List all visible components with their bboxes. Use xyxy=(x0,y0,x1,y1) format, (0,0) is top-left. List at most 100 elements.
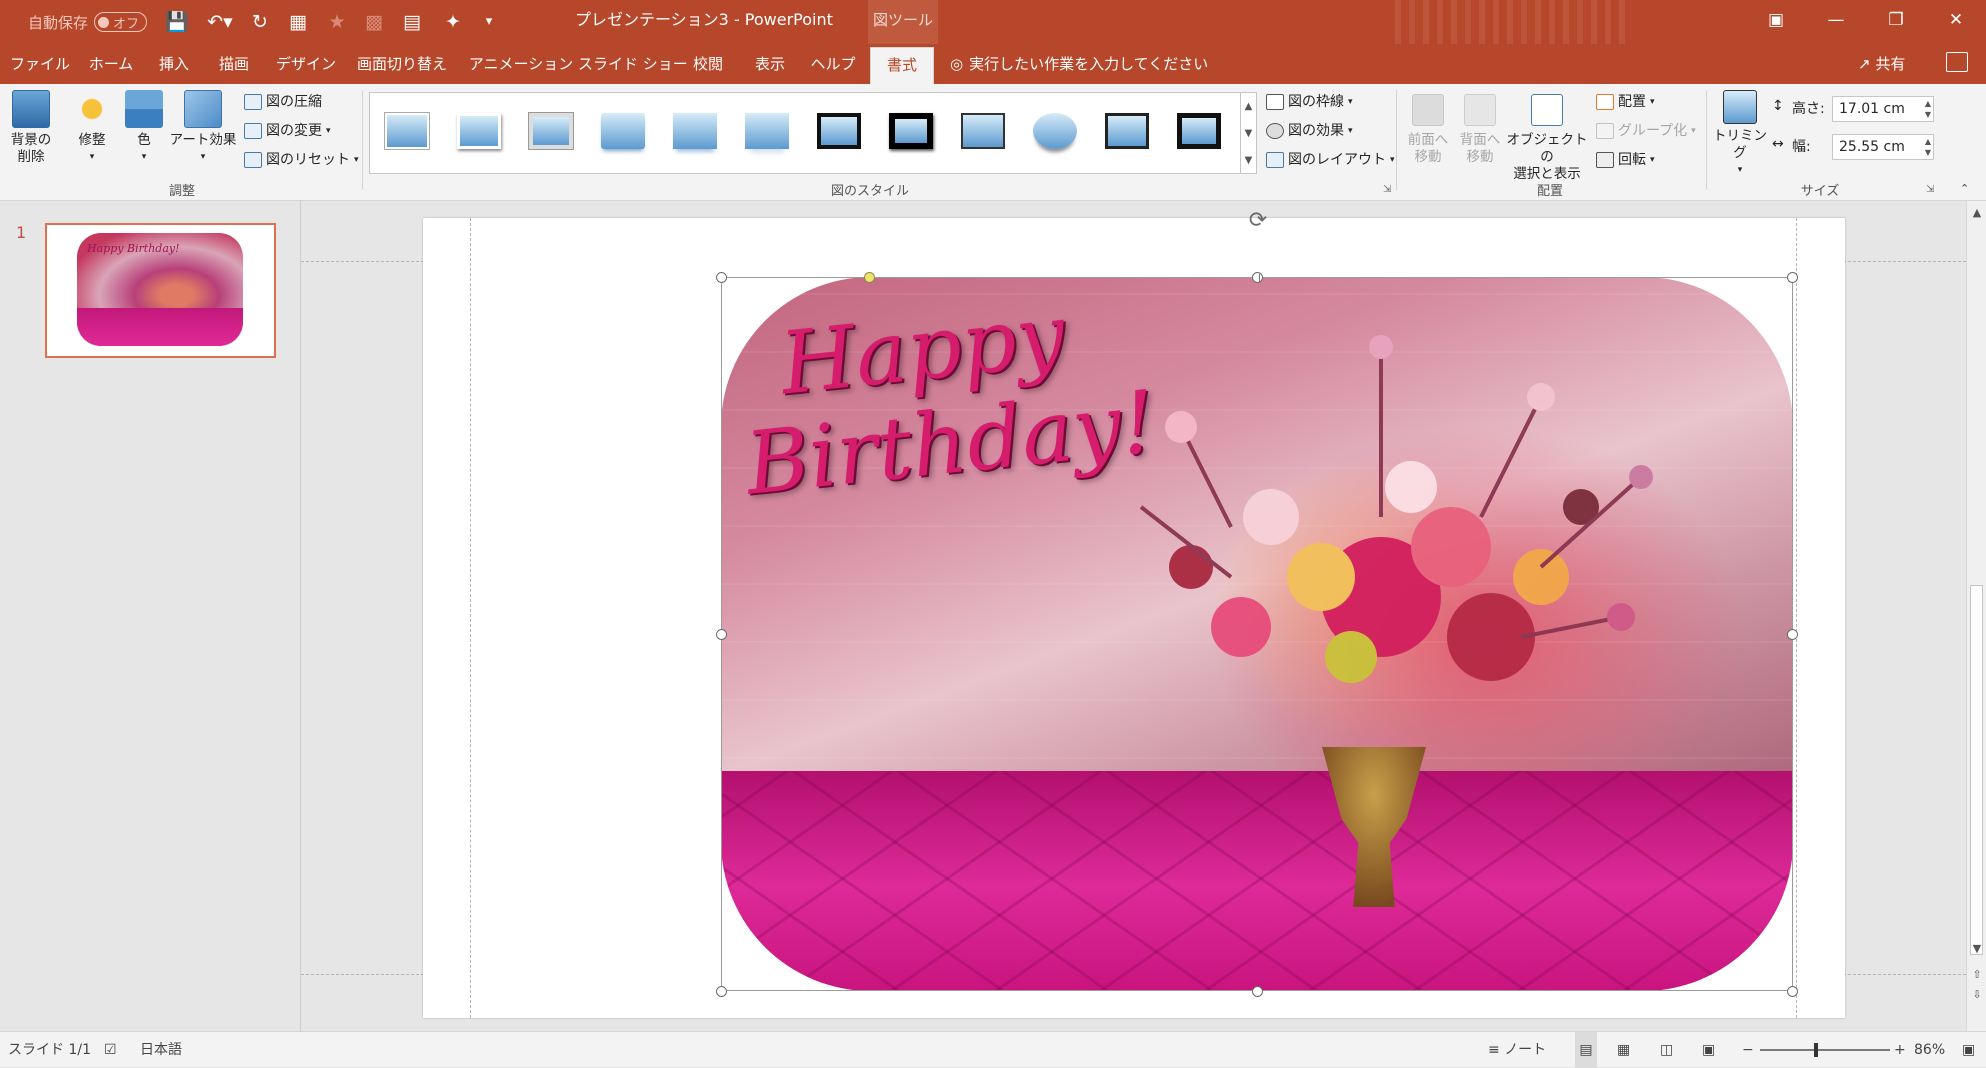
scroll-down-icon[interactable]: ▼ xyxy=(1969,941,1985,957)
title-bar: 自動保存 オフ 💾 ↶▾ ↻ ▦ ★ ▩ ▤ ✦ ▾ プレゼンテーション3 - … xyxy=(0,0,1986,44)
normal-view-icon[interactable]: ▤ xyxy=(1575,1032,1597,1068)
minimize-icon[interactable]: — xyxy=(1806,0,1866,40)
picture-style-10[interactable] xyxy=(1033,113,1077,149)
crop-button[interactable]: トリミング ▾ xyxy=(1710,90,1770,179)
tab-design[interactable]: デザイン xyxy=(272,44,340,84)
autosave-switch[interactable]: オフ xyxy=(94,12,148,32)
next-slide-icon[interactable]: ⇩ xyxy=(1969,987,1985,1003)
close-icon[interactable]: ✕ xyxy=(1926,0,1986,40)
tab-view[interactable]: 表示 xyxy=(748,44,792,84)
picture-style-2[interactable] xyxy=(457,113,501,149)
selection-pane-button[interactable]: オブジェクトの 選択と表示 xyxy=(1506,90,1588,183)
picture-styles-gallery[interactable] xyxy=(369,92,1241,174)
gallery-scroller[interactable]: ▲ ▼ ▼ xyxy=(1241,92,1257,174)
picture-style-6[interactable] xyxy=(745,113,789,149)
gallery-up-icon[interactable]: ▲ xyxy=(1241,93,1256,120)
favorites-icon[interactable]: ★ xyxy=(325,10,349,34)
remove-background-button[interactable]: 背景の 削除 xyxy=(6,90,56,166)
reset-picture-button[interactable]: 図のリセット ▾ xyxy=(244,148,359,172)
picture-style-8[interactable] xyxy=(889,113,933,149)
undo-icon[interactable]: ↶▾ xyxy=(203,10,237,34)
spellcheck-icon[interactable]: ☑ xyxy=(104,1032,117,1068)
height-field[interactable]: 17.01 cm ▲ ▼ xyxy=(1832,96,1934,122)
save-icon[interactable]: 💾 xyxy=(165,10,189,34)
width-field[interactable]: 25.55 cm ▲ ▼ xyxy=(1832,134,1934,160)
group-button[interactable]: グループ化 ▾ xyxy=(1596,119,1696,143)
picture-border-button[interactable]: 図の枠線 ▾ xyxy=(1266,90,1353,114)
tab-file[interactable]: ファイル xyxy=(10,44,70,84)
collapse-ribbon-icon[interactable]: ⌃ xyxy=(1960,182,1969,195)
scroll-thumb[interactable] xyxy=(1970,585,1983,955)
slide-thumbnail[interactable]: Happy Birthday! xyxy=(45,223,276,358)
picture-style-12[interactable] xyxy=(1177,113,1221,149)
width-spinner-icon[interactable]: ▲ ▼ xyxy=(1925,136,1931,158)
bring-forward-button[interactable]: 前面へ 移動 xyxy=(1402,90,1454,166)
picture-style-9[interactable] xyxy=(961,113,1005,149)
picture-style-5[interactable] xyxy=(673,113,717,149)
tab-insert[interactable]: 挿入 xyxy=(152,44,196,84)
picture-icon[interactable]: ▩ xyxy=(362,10,386,34)
ribbon-display-icon[interactable]: ▣ xyxy=(1746,0,1806,40)
language-indicator[interactable]: 日本語 xyxy=(140,1032,182,1068)
rotate-handle-icon[interactable]: ⟳ xyxy=(1245,208,1271,234)
scroll-up-icon[interactable]: ▲ xyxy=(1969,205,1985,221)
maximize-icon[interactable]: ❐ xyxy=(1866,0,1926,40)
zoom-level[interactable]: 86% xyxy=(1914,1032,1945,1068)
height-spinner-icon[interactable]: ▲ ▼ xyxy=(1925,98,1931,120)
tab-review[interactable]: 校閲 xyxy=(686,44,730,84)
picture-style-11[interactable] xyxy=(1105,113,1149,149)
notes-button[interactable]: ≡ ノート xyxy=(1488,1032,1546,1068)
rotate-button[interactable]: 回転 ▾ xyxy=(1596,148,1655,172)
tab-format[interactable]: 書式 xyxy=(870,47,934,84)
slide[interactable]: Happy Birthday! ⟳ xyxy=(423,208,1845,1018)
zoom-out-icon[interactable]: − xyxy=(1742,1032,1754,1068)
tab-draw[interactable]: 描画 xyxy=(212,44,256,84)
corrections-button[interactable]: 修整 ▾ xyxy=(70,90,114,166)
tab-animations[interactable]: アニメーション xyxy=(464,44,578,84)
birthday-picture[interactable]: Happy Birthday! xyxy=(721,277,1793,991)
present-from-start-icon[interactable]: ▦ xyxy=(286,10,310,34)
align-button[interactable]: 配置 ▾ xyxy=(1596,90,1655,114)
fit-to-window-icon[interactable]: ▣ xyxy=(1962,1032,1975,1068)
tab-transitions[interactable]: 画面切り替え xyxy=(352,44,452,84)
touch-mode-icon[interactable]: ✦ xyxy=(441,10,465,34)
picture-layout-button[interactable]: 図のレイアウト ▾ xyxy=(1266,148,1395,172)
guide-vertical-left[interactable] xyxy=(470,218,471,1018)
gallery-down-icon[interactable]: ▼ xyxy=(1241,120,1256,147)
reading-view-icon[interactable]: ◫ xyxy=(1660,1032,1673,1068)
zoom-slider[interactable] xyxy=(1760,1043,1890,1057)
comments-icon[interactable] xyxy=(1946,52,1968,72)
redo-icon[interactable]: ↻ xyxy=(248,10,272,34)
tab-help[interactable]: ヘルプ xyxy=(808,44,858,84)
picture-style-4[interactable] xyxy=(601,113,645,149)
guide-vertical-right[interactable] xyxy=(1796,218,1797,1018)
dialog-launcher-icon[interactable]: ⇲ xyxy=(1383,184,1391,195)
gallery-more-icon[interactable]: ▼ xyxy=(1241,147,1256,174)
picture-effects-button[interactable]: 図の効果 ▾ xyxy=(1266,119,1353,143)
send-backward-button[interactable]: 背面へ 移動 xyxy=(1454,90,1506,166)
size-dialog-launcher-icon[interactable]: ⇲ xyxy=(1926,184,1934,195)
tab-slideshow[interactable]: スライド ショー xyxy=(578,44,688,84)
previous-slide-icon[interactable]: ⇧ xyxy=(1969,967,1985,983)
color-button[interactable]: 色 ▾ xyxy=(122,90,166,166)
picture-style-3[interactable] xyxy=(529,113,573,149)
ribbon: 背景の 削除 修整 ▾ 色 ▾ アート効果 ▾ 図の圧縮 図の変更 ▾ 図のリセッ… xyxy=(0,84,1986,201)
slide-sorter-icon[interactable]: ▦ xyxy=(1617,1032,1630,1068)
picture-style-7[interactable] xyxy=(817,113,861,149)
compress-pictures-button[interactable]: 図の圧縮 xyxy=(244,90,322,114)
picture-style-1[interactable] xyxy=(385,113,429,149)
artistic-effects-button[interactable]: アート効果 ▾ xyxy=(168,90,238,166)
zoom-in-icon[interactable]: + xyxy=(1894,1032,1906,1068)
slideshow-view-icon[interactable]: ▣ xyxy=(1702,1032,1715,1068)
slideshow-icon[interactable]: ▤ xyxy=(400,10,424,34)
customize-qat-icon[interactable]: ▾ xyxy=(477,10,501,34)
happy-birthday-text: Happy Birthday! xyxy=(741,279,1160,514)
share-button[interactable]: ↗ 共有 xyxy=(1858,44,1905,84)
tab-home[interactable]: ホーム xyxy=(84,44,138,84)
vertical-scrollbar[interactable]: ▲ ▼ ⇧ ⇩ xyxy=(1966,201,1986,1031)
autosave-toggle[interactable]: 自動保存 オフ xyxy=(28,0,148,44)
picture-effects-label: 図の効果 xyxy=(1288,123,1344,139)
zoom-slider-knob[interactable] xyxy=(1813,1043,1818,1057)
tell-me-search[interactable]: ◎ 実行したい作業を入力してください xyxy=(950,44,1208,84)
change-picture-button[interactable]: 図の変更 ▾ xyxy=(244,119,331,143)
